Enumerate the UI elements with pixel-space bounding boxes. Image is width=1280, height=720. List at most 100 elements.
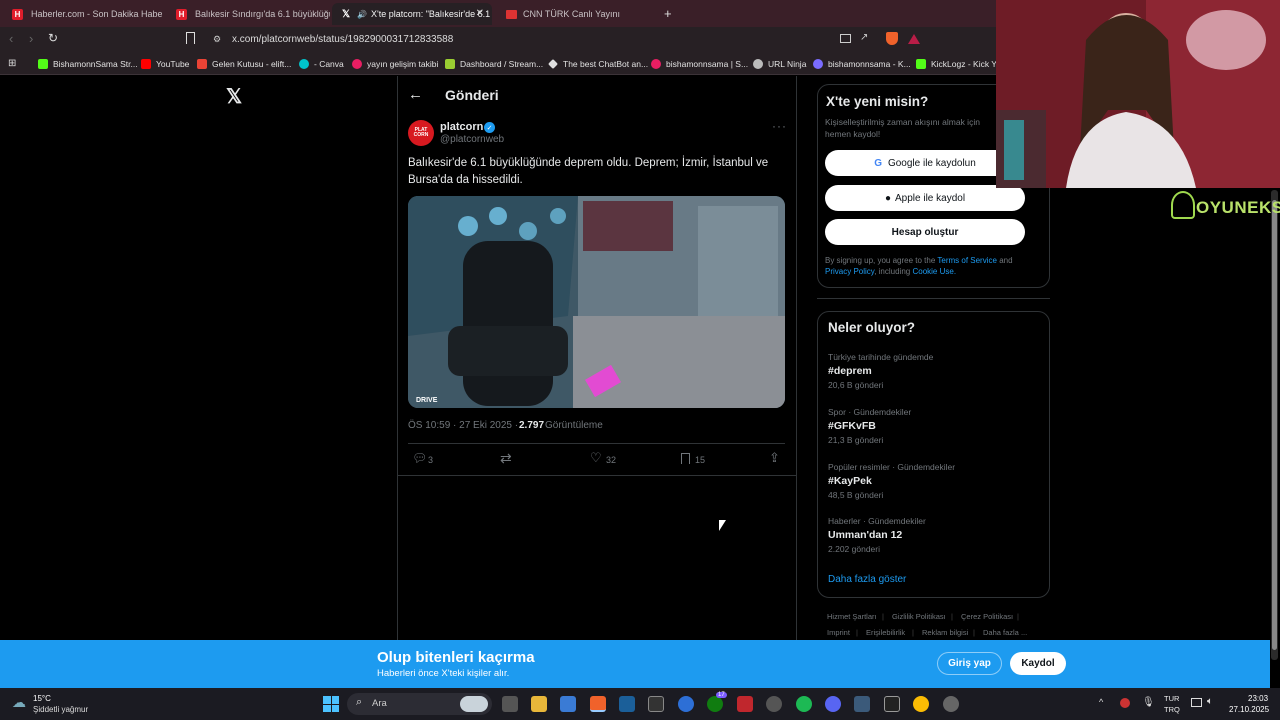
cast-icon[interactable] xyxy=(840,34,851,43)
like-icon[interactable]: ♡ xyxy=(590,450,602,466)
bookmark-page-icon[interactable] xyxy=(186,32,195,44)
browser-tab[interactable]: H Haberler.com - Son Dakika Haberler xyxy=(2,3,162,25)
microphone-icon[interactable]: 🎙︎ xyxy=(1142,697,1155,708)
trend-item[interactable]: Türkiye tarihinde gündemde #deprem 20,6 … xyxy=(828,352,933,390)
footer-link[interactable]: Çerez Politikası xyxy=(961,612,1013,621)
signup-button[interactable]: Kaydol xyxy=(1010,652,1066,675)
share-icon[interactable]: ↗ xyxy=(860,32,868,43)
bookmark-item[interactable]: The best ChatBot an... xyxy=(548,57,648,71)
tray-chevron-icon[interactable]: ^ xyxy=(1099,697,1103,707)
cookie-link[interactable]: Cookie Use. xyxy=(912,267,956,276)
repost-icon[interactable]: ⇄ xyxy=(500,450,512,467)
bookmark-item[interactable]: - Canva xyxy=(299,57,344,71)
trend-item[interactable]: Spor · Gündemdekiler #GFKvFB 21,3 B gönd… xyxy=(828,407,911,445)
column-divider xyxy=(796,76,797,640)
show-more-link[interactable]: Daha fazla göster xyxy=(828,574,906,585)
trend-item[interactable]: Haberler · Gündemdekiler Umman'dan 12 2.… xyxy=(828,516,926,554)
bookmark-item[interactable]: KickLogz - Kick Yay xyxy=(916,57,1000,71)
avatar[interactable]: PLAT CORN xyxy=(408,120,434,146)
footer-link[interactable]: Imprint xyxy=(827,628,850,637)
weather-icon[interactable]: ☁ xyxy=(12,694,26,711)
bookmark-item[interactable]: YouTube xyxy=(141,57,189,71)
clock-date[interactable]: 27.10.2025 xyxy=(1229,705,1269,714)
browser-tab-active[interactable]: 𝕏 🔊 X'te platcorn: "Balıkesir'de 6.1 ✕ xyxy=(332,3,492,25)
search-placeholder[interactable]: Ara xyxy=(372,698,387,709)
footer-link[interactable]: Hizmet Şartları xyxy=(827,612,877,621)
google-signup-button[interactable]: G Google ile kaydolun xyxy=(825,150,1025,176)
tab-close-icon[interactable]: ✕ xyxy=(476,8,484,19)
forward-icon[interactable]: › xyxy=(29,31,33,46)
bookmark-item[interactable]: bishamonnsama | S... xyxy=(651,57,748,71)
share-post-icon[interactable]: ⇪ xyxy=(769,450,780,466)
new-tab-button[interactable]: + xyxy=(664,6,672,21)
discord-icon[interactable] xyxy=(825,696,841,712)
apps-grid-icon[interactable]: ⊞ xyxy=(8,58,16,69)
bookmark-icon[interactable] xyxy=(681,453,690,464)
view-count: 2.797 xyxy=(519,420,545,431)
bookmark-item[interactable]: bishamonnsama - K... xyxy=(813,57,911,71)
app-icon[interactable] xyxy=(854,696,870,712)
speaker-volume-icon[interactable]: 🔈︎ xyxy=(1207,696,1213,707)
apple-signup-button[interactable]: ● Apple ile kaydol xyxy=(825,185,1025,211)
app-icon[interactable] xyxy=(737,696,753,712)
steam-icon[interactable] xyxy=(619,696,635,712)
footer-link[interactable]: Reklam bilgisi xyxy=(922,628,968,637)
store-icon[interactable] xyxy=(560,696,576,712)
reload-icon[interactable]: ↻ xyxy=(48,31,58,45)
kick-stats-icon xyxy=(813,59,823,69)
browser-tab[interactable]: H Balıkesir Sındırgı'da 6.1 büyüklüğünd xyxy=(166,3,330,25)
post-media-video[interactable]: DRIVE xyxy=(408,196,785,408)
chrome-icon[interactable] xyxy=(913,696,929,712)
footer-link[interactable]: Daha fazla ... xyxy=(983,628,1027,637)
search-highlight-icon xyxy=(460,696,488,712)
speaker-icon: 🔊 xyxy=(357,9,367,19)
epic-games-icon[interactable] xyxy=(648,696,664,712)
bookmark-item[interactable]: URL Ninja xyxy=(753,57,806,71)
bookmark-item[interactable]: Gelen Kutusu - elift... xyxy=(197,57,291,71)
bookmark-item[interactable]: BishamonnSama Str... xyxy=(38,57,138,71)
weather-desc[interactable]: Şiddetli yağmur xyxy=(33,705,88,714)
windows-start-icon[interactable] xyxy=(323,696,339,712)
bookmark-item[interactable]: yayın gelişim takibi xyxy=(352,57,438,71)
task-view-icon[interactable] xyxy=(502,696,518,712)
create-account-button[interactable]: Hesap oluştur xyxy=(825,219,1025,245)
reply-icon[interactable]: 💬︎ xyxy=(412,451,427,465)
scrollbar-thumb[interactable] xyxy=(1272,200,1277,650)
back-arrow-icon[interactable]: ← xyxy=(408,86,423,103)
footer-link[interactable]: Gizlilik Politikası xyxy=(892,612,946,621)
display-icon[interactable] xyxy=(1191,698,1202,707)
author-name[interactable]: platcorn xyxy=(440,121,483,133)
terms-link[interactable]: Terms of Service xyxy=(937,256,997,265)
language-top[interactable]: TUR xyxy=(1164,694,1179,703)
post-timestamp[interactable]: ÖS 10:59 · 27 Eki 2025 · xyxy=(408,420,518,431)
brave-rewards-icon[interactable] xyxy=(908,34,920,44)
weather-temp[interactable]: 15°C xyxy=(33,694,51,703)
back-icon[interactable]: ‹ xyxy=(9,31,13,46)
trend-item[interactable]: Popüler resimler · Gündemdekiler #KayPek… xyxy=(828,462,955,500)
login-button[interactable]: Giriş yap xyxy=(937,652,1002,675)
bookmark-item[interactable]: Dashboard / Stream... xyxy=(445,57,543,71)
privacy-link[interactable]: Privacy Policy xyxy=(825,267,874,276)
language-bottom[interactable]: TRQ xyxy=(1164,705,1180,714)
author-handle[interactable]: @platcornweb xyxy=(440,134,504,145)
app-icon[interactable] xyxy=(766,696,782,712)
trend-name: #KayPek xyxy=(828,475,872,487)
browser-tab[interactable]: CNN TÜRK Canlı Yayını xyxy=(496,3,656,25)
view-label: Görüntüleme xyxy=(545,420,603,431)
footer-link[interactable]: Erişilebilirlik xyxy=(866,628,905,637)
xbox-icon[interactable] xyxy=(707,696,723,712)
url-text[interactable]: x.com/platcornweb/status/198290003171283… xyxy=(232,34,453,45)
bookmark-label: bishamonnsama | S... xyxy=(666,59,749,69)
brave-shield-icon[interactable] xyxy=(886,32,898,45)
app-icon[interactable] xyxy=(884,696,900,712)
site-settings-icon[interactable]: ⚙ xyxy=(213,34,221,45)
app-icon[interactable] xyxy=(678,696,694,712)
clock-time[interactable]: 23:03 xyxy=(1248,694,1268,703)
app-icon[interactable] xyxy=(943,696,959,712)
brave-browser-icon[interactable] xyxy=(590,696,606,712)
spotify-icon[interactable] xyxy=(796,696,812,712)
tray-app-icon[interactable] xyxy=(1120,698,1130,708)
x-logo-icon[interactable]: 𝕏 xyxy=(226,84,242,109)
file-explorer-icon[interactable] xyxy=(531,696,547,712)
more-options-icon[interactable]: ··· xyxy=(772,119,787,133)
